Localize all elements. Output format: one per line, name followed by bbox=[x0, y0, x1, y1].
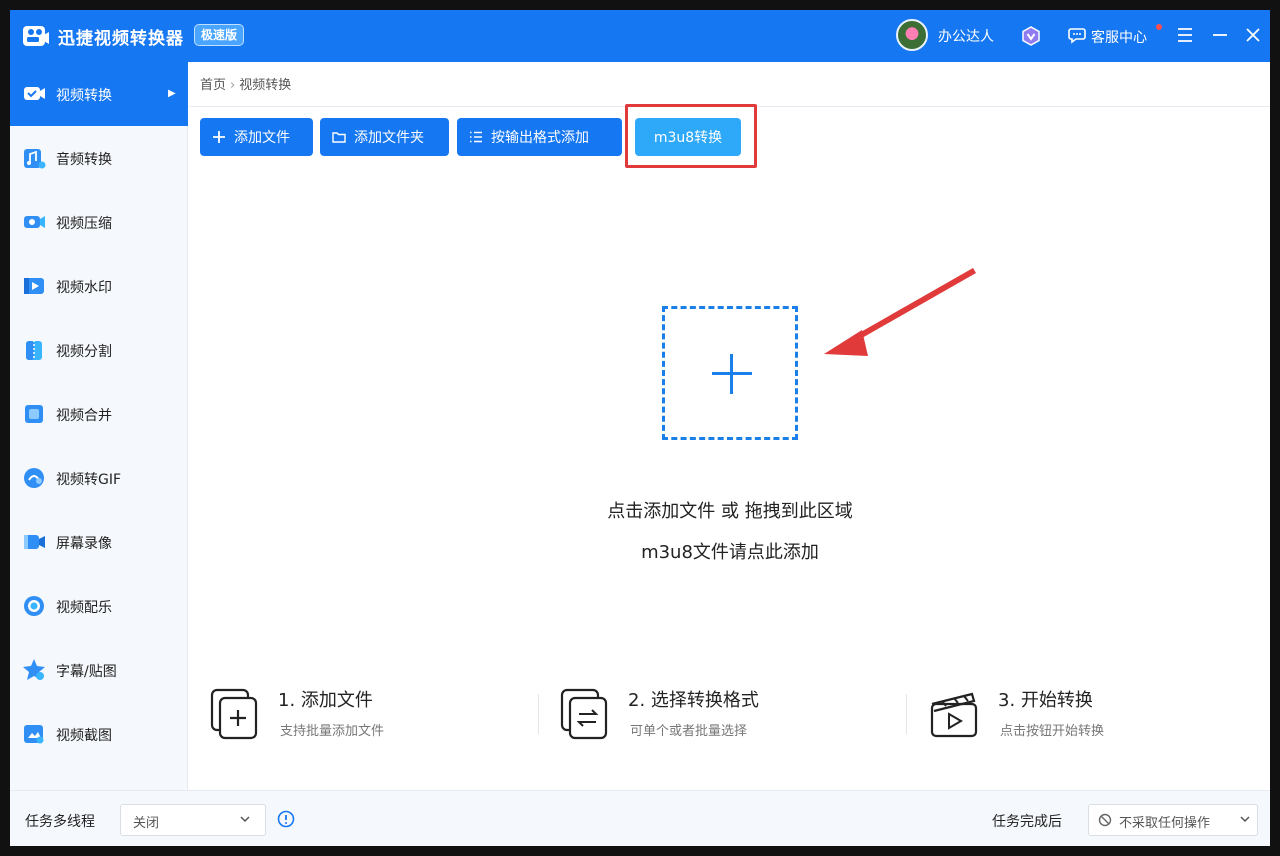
sidebar-item-label: 视频分割 bbox=[56, 344, 112, 360]
sidebar-item-label: 音频转换 bbox=[56, 152, 112, 168]
video-gif-icon bbox=[24, 468, 44, 488]
clapperboard-play-icon bbox=[930, 692, 978, 738]
list-icon bbox=[470, 131, 482, 143]
add-by-format-label: 按输出格式添加 bbox=[491, 130, 589, 146]
add-file-button[interactable]: 添加文件 bbox=[200, 118, 313, 156]
after-complete-select[interactable]: 不采取任何操作 bbox=[1088, 804, 1258, 836]
sidebar-item-label: 字幕/贴图 bbox=[56, 664, 117, 680]
video-compress-icon bbox=[24, 216, 45, 228]
sidebar-item-video-compress[interactable]: 视频压缩 bbox=[10, 190, 188, 254]
caret-right-icon: ▶ bbox=[168, 88, 176, 99]
edition-badge: 极速版 bbox=[194, 24, 245, 46]
sidebar-item-subtitle-sticker[interactable]: 字幕/贴图 bbox=[10, 638, 188, 702]
add-file-label: 添加文件 bbox=[234, 130, 290, 146]
sidebar: 视频转换 ▶ 音频转换 视频压缩 视频水印 视频分割 视频合并 视频转GIF 屏… bbox=[10, 62, 188, 790]
subtitle-sticker-icon bbox=[23, 659, 45, 680]
sidebar-item-video-music[interactable]: 视频配乐 bbox=[10, 574, 188, 638]
breadcrumb-home[interactable]: 首页 bbox=[200, 78, 226, 93]
step-title: 2. 选择转换格式 bbox=[628, 690, 759, 711]
video-watermark-icon bbox=[24, 278, 44, 294]
add-file-step-icon bbox=[210, 688, 258, 740]
sidebar-item-audio-convert[interactable]: 音频转换 bbox=[10, 126, 188, 190]
sidebar-item-video-watermark[interactable]: 视频水印 bbox=[10, 254, 188, 318]
sidebar-item-label: 视频转换 bbox=[56, 88, 112, 104]
sidebar-item-label: 视频水印 bbox=[56, 280, 112, 296]
sidebar-item-label: 视频合并 bbox=[56, 408, 112, 424]
step-title: 1. 添加文件 bbox=[278, 690, 373, 711]
multithread-select[interactable]: 关闭 bbox=[120, 804, 266, 836]
sidebar-item-screen-record[interactable]: 屏幕录像 bbox=[10, 510, 188, 574]
app-window: 迅捷视频转换器 极速版 办公达人 客服中心 视频转换 ▶ 音频转换 视频压缩 视… bbox=[10, 10, 1270, 846]
sidebar-item-video-gif[interactable]: 视频转GIF bbox=[10, 446, 188, 510]
multithread-value: 关闭 bbox=[133, 816, 160, 831]
convert-format-step-icon bbox=[560, 688, 608, 740]
service-center-link[interactable]: 客服中心 bbox=[1091, 27, 1147, 47]
sidebar-item-label: 视频配乐 bbox=[56, 600, 112, 616]
breadcrumb: 首页 › 视频转换 bbox=[200, 74, 291, 93]
app-title: 迅捷视频转换器 bbox=[58, 29, 184, 49]
sidebar-item-label: 视频截图 bbox=[56, 728, 112, 744]
add-folder-label: 添加文件夹 bbox=[354, 130, 424, 146]
drop-hint-text: 点击添加文件 或 拖拽到此区域 bbox=[607, 501, 853, 522]
title-bar: 迅捷视频转换器 极速版 办公达人 客服中心 bbox=[10, 10, 1270, 62]
step-title: 3. 开始转换 bbox=[998, 690, 1093, 711]
minimize-icon[interactable] bbox=[1211, 26, 1229, 44]
username[interactable]: 办公达人 bbox=[938, 26, 994, 46]
drop-zone[interactable] bbox=[662, 306, 798, 440]
add-by-format-button[interactable]: 按输出格式添加 bbox=[457, 118, 622, 156]
breadcrumb-current: 视频转换 bbox=[239, 78, 292, 93]
add-folder-button[interactable]: 添加文件夹 bbox=[320, 118, 449, 156]
sidebar-item-video-screenshot[interactable]: 视频截图 bbox=[10, 702, 188, 766]
step-description: 可单个或者批量选择 bbox=[630, 724, 748, 739]
sidebar-item-video-split[interactable]: 视频分割 bbox=[10, 318, 188, 382]
step-separator bbox=[538, 694, 539, 734]
breadcrumb-separator-icon: › bbox=[230, 78, 236, 93]
menu-icon[interactable] bbox=[1176, 26, 1194, 44]
chevron-down-icon bbox=[1240, 816, 1250, 823]
video-music-icon bbox=[24, 596, 44, 616]
plus-icon-vertical bbox=[730, 354, 733, 394]
sidebar-item-video-merge[interactable]: 视频合并 bbox=[10, 382, 188, 446]
sidebar-item-label: 视频转GIF bbox=[56, 472, 122, 488]
step-separator bbox=[906, 694, 907, 734]
close-icon[interactable] bbox=[1244, 26, 1262, 44]
video-merge-icon bbox=[25, 405, 43, 423]
chat-bubble-icon[interactable] bbox=[1068, 26, 1086, 44]
screen-record-icon bbox=[24, 535, 45, 549]
sidebar-item-label: 视频压缩 bbox=[56, 216, 112, 232]
step-start-convert: 3. 开始转换 点击按钮开始转换 bbox=[928, 682, 1228, 746]
highlight-annotation-box bbox=[625, 104, 757, 168]
video-screenshot-icon bbox=[24, 725, 44, 744]
step-description: 点击按钮开始转换 bbox=[1000, 724, 1105, 739]
step-description: 支持批量添加文件 bbox=[280, 724, 385, 739]
after-complete-label: 任务完成后 bbox=[992, 814, 1062, 830]
plus-icon bbox=[213, 131, 225, 143]
m3u8-hint-text[interactable]: m3u8文件请点此添加 bbox=[550, 538, 910, 564]
annotation-arrow-icon bbox=[824, 268, 976, 356]
step-select-format: 2. 选择转换格式 可单个或者批量选择 bbox=[558, 682, 858, 746]
audio-convert-icon bbox=[24, 149, 46, 169]
folder-icon bbox=[332, 132, 346, 143]
sidebar-item-video-convert[interactable]: 视频转换 ▶ bbox=[10, 62, 188, 126]
footer-bar: 任务多线程 关闭 任务完成后 不采取任何操作 bbox=[10, 790, 1270, 846]
ban-icon bbox=[1098, 813, 1112, 827]
vip-icon[interactable] bbox=[1021, 26, 1041, 46]
app-logo-icon bbox=[23, 26, 49, 46]
avatar[interactable] bbox=[896, 19, 928, 51]
after-complete-value: 不采取任何操作 bbox=[1119, 816, 1211, 831]
video-split-icon bbox=[26, 340, 42, 361]
notification-dot bbox=[1156, 24, 1162, 30]
info-icon[interactable] bbox=[277, 810, 295, 828]
chevron-down-icon bbox=[240, 816, 250, 823]
step-add-file: 1. 添加文件 支持批量添加文件 bbox=[208, 682, 508, 746]
sidebar-item-label: 屏幕录像 bbox=[56, 536, 112, 552]
video-convert-icon bbox=[24, 87, 45, 100]
multithread-label: 任务多线程 bbox=[25, 814, 95, 830]
